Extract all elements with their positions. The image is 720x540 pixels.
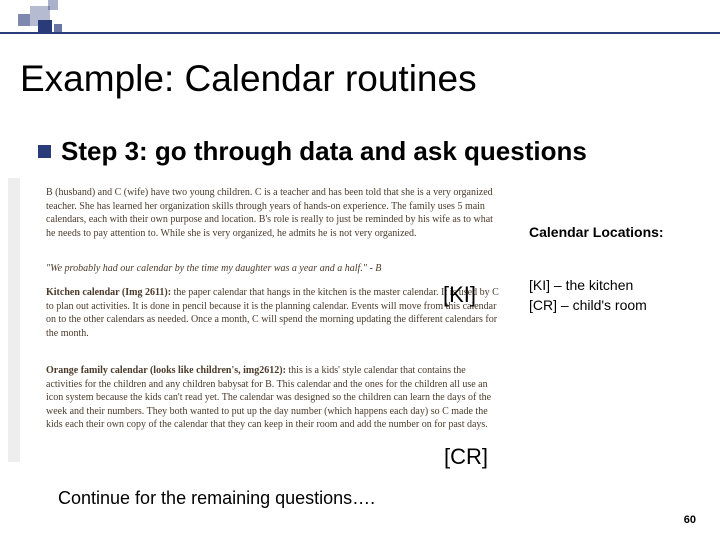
doc-paragraph-orange: Orange family calendar (looks like child… — [46, 364, 504, 432]
sidebar-legend: [KI] – the kitchen [CR] – child's room — [529, 276, 647, 315]
doc-paragraph-intro: B (husband) and C (wife) have two young … — [46, 186, 504, 240]
legend-ki: [KI] – the kitchen — [529, 276, 647, 296]
slide-top-decoration — [0, 0, 720, 40]
doc-paragraph-kitchen: Kitchen calendar (Img 2611): the paper c… — [46, 286, 504, 340]
continue-text: Continue for the remaining questions…. — [58, 488, 375, 509]
doc-orange-heading: Orange family calendar (looks like child… — [46, 365, 286, 376]
slide-title: Example: Calendar routines — [20, 58, 477, 100]
sidebar-title-calendar-locations: Calendar Locations: — [529, 224, 664, 240]
bullet-text: Step 3: go through data and ask question… — [61, 136, 587, 167]
bullet-square-icon — [38, 145, 51, 158]
page-number: 60 — [684, 514, 696, 526]
doc-paragraph-quote: "We probably had our calendar by the tim… — [46, 262, 504, 276]
legend-cr: [CR] – child's room — [529, 296, 647, 316]
doc-kitchen-heading: Kitchen calendar (Img 2611): — [46, 287, 171, 298]
annotation-cr: [CR] — [444, 444, 488, 470]
document-excerpt-image: B (husband) and C (wife) have two young … — [8, 178, 512, 462]
annotation-ki: [KI] — [443, 282, 476, 308]
bullet-step3: Step 3: go through data and ask question… — [38, 136, 587, 167]
